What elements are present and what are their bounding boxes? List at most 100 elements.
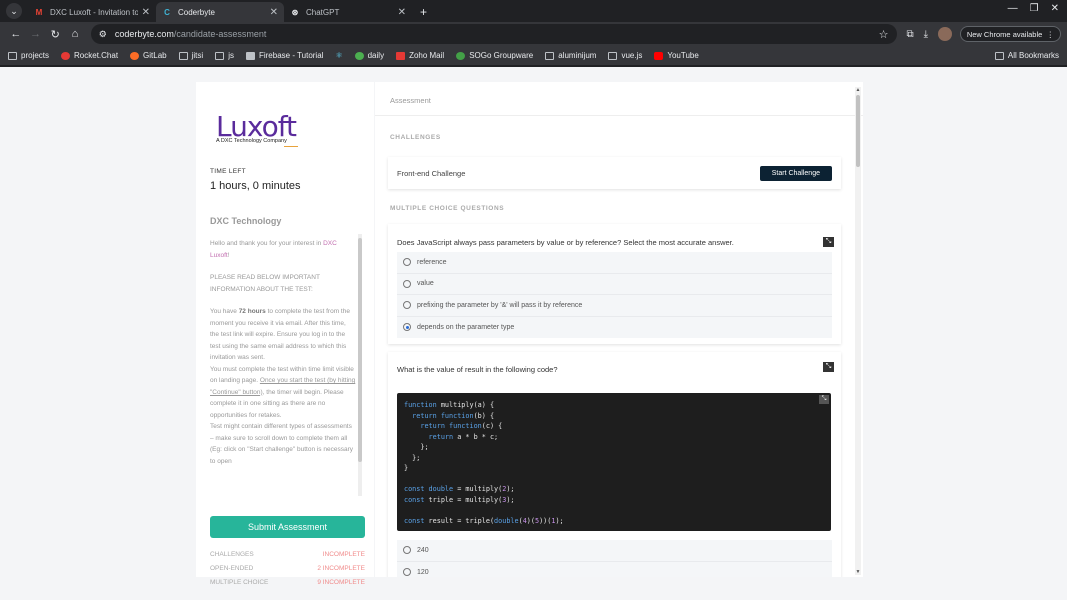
bookmark-daily[interactable]: daily: [354, 51, 385, 60]
forward-icon[interactable]: →: [26, 28, 46, 40]
option-depends[interactable]: depends on the parameter type: [397, 317, 832, 339]
browser-toolbar: ← → ↻ ⌂ ⚙ coderbyte.com /candidate-asses…: [0, 22, 1067, 46]
stat-label: MULTIPLE CHOICE: [210, 579, 269, 586]
close-icon[interactable]: ✕: [270, 7, 278, 18]
url-host: coderbyte.com: [114, 29, 174, 39]
bookmark-label: aluminijum: [558, 51, 597, 60]
intro-suffix: !: [227, 251, 230, 259]
radio-button[interactable]: [403, 301, 411, 310]
flag-icon[interactable]: ⤡: [823, 362, 834, 372]
option-240[interactable]: 240: [397, 540, 832, 562]
code-token: triple = multiply(: [424, 495, 503, 504]
option-reference[interactable]: reference: [397, 252, 832, 274]
back-icon[interactable]: ←: [6, 28, 26, 40]
sogo-icon: [456, 51, 466, 60]
new-chrome-available-button[interactable]: New Chrome available ⋮: [959, 26, 1061, 42]
close-icon[interactable]: ✕: [142, 7, 150, 18]
radio-button[interactable]: [403, 546, 411, 555]
bookmark-label: Rocket.Chat: [74, 51, 119, 60]
maximize-icon[interactable]: ❐: [1030, 3, 1039, 14]
page-scroll-thumb[interactable]: [856, 95, 860, 167]
option-value[interactable]: value: [397, 274, 832, 295]
radio-button[interactable]: [403, 568, 411, 577]
bookmark-js[interactable]: js: [215, 51, 234, 60]
assessment-card: Assessment CHALLENGES Front-end Challeng…: [375, 82, 863, 577]
folder-icon: [178, 51, 188, 60]
flag-icon[interactable]: ⤡: [823, 237, 834, 247]
start-challenge-button[interactable]: Start Challenge: [759, 165, 832, 181]
option-label: 120: [417, 568, 429, 576]
tab-chatgpt[interactable]: ⊛ ChatGPT ✕: [284, 2, 412, 22]
bookmark-firebase[interactable]: Firebase - Tutorial: [245, 51, 323, 60]
radio-button-selected[interactable]: [403, 323, 411, 332]
instructions-scroll-thumb[interactable]: [358, 238, 362, 462]
tab-search-icon[interactable]: ⌄: [6, 3, 22, 19]
code-token: double: [494, 516, 519, 525]
code-token: );: [506, 485, 515, 493]
home-icon[interactable]: ⌂: [65, 28, 85, 40]
bookmark-react[interactable]: ⚛: [335, 51, 342, 60]
reload-icon[interactable]: ↻: [45, 28, 65, 41]
new-tab-button[interactable]: +: [420, 5, 427, 19]
address-bar[interactable]: ⚙ coderbyte.com /candidate-assessment ☆: [90, 24, 897, 44]
code-token: const: [404, 516, 425, 525]
radio-button[interactable]: [403, 279, 411, 288]
submit-assessment-button[interactable]: Submit Assessment: [210, 516, 365, 538]
extensions-icon[interactable]: ⧉: [907, 29, 914, 40]
notice-text: PLEASE READ BELOW IMPORTANT INFORMATION …: [210, 274, 320, 293]
folder-icon: [545, 51, 555, 60]
gmail-icon: M: [35, 7, 43, 17]
bookmark-vuejs[interactable]: vue.js: [608, 51, 642, 60]
code-token: (c) {: [481, 422, 503, 430]
close-window-icon[interactable]: ✕: [1051, 3, 1059, 14]
profile-avatar[interactable]: [938, 27, 952, 41]
bookmark-label: All Bookmarks: [1007, 51, 1059, 60]
radio-button[interactable]: [403, 258, 411, 267]
stat-label: OPEN-ENDED: [210, 565, 254, 572]
expand-code-icon[interactable]: ⤡: [819, 395, 829, 404]
bookmarks-bar: projects Rocket.Chat GitLab jitsi js Fir…: [0, 46, 1067, 66]
bookmark-sogo[interactable]: SOGo Groupware: [456, 51, 533, 60]
option-prefixing[interactable]: prefixing the parameter by '&' will pass…: [397, 295, 832, 317]
sidebar-card: Luxoft A DXC Technology Company TIME LEF…: [196, 82, 374, 586]
p3-text: Test might contain different types of as…: [210, 423, 353, 465]
bookmark-label: Zoho Mail: [409, 51, 445, 60]
code-token: (b) {: [473, 411, 495, 420]
close-icon[interactable]: ✕: [398, 7, 406, 18]
bookmark-gitlab[interactable]: GitLab: [130, 51, 167, 60]
react-icon: ⚛: [335, 51, 343, 60]
minimize-icon[interactable]: —: [1008, 3, 1018, 14]
bookmark-jitsi[interactable]: jitsi: [178, 51, 203, 60]
site-info-icon[interactable]: ⚙: [99, 29, 107, 40]
bookmark-label: YouTube: [667, 51, 699, 60]
zoho-icon: [396, 51, 406, 60]
instructions-text: Hello and thank you for your interest in…: [210, 238, 356, 494]
all-bookmarks[interactable]: All Bookmarks: [994, 51, 1059, 60]
bookmark-label: daily: [367, 51, 385, 60]
firebase-icon: [245, 51, 255, 60]
bookmark-star-icon[interactable]: ☆: [879, 28, 889, 41]
bookmark-zoho[interactable]: Zoho Mail: [396, 51, 444, 60]
code-token: return: [404, 411, 441, 420]
code-token: function: [404, 401, 437, 409]
code-token: function: [449, 422, 482, 430]
browser-tabstrip: ⌄ M DXC Luxoft - Invitation to C ✕ C Cod…: [0, 0, 1067, 22]
bookmark-youtube[interactable]: YouTube: [654, 51, 699, 60]
stat-value: 9 INCOMPLETE: [317, 579, 365, 586]
url-path: /candidate-assessment: [173, 29, 267, 39]
question-options: reference value prefixing the parameter …: [397, 252, 832, 338]
tab-coderbyte[interactable]: C Coderbyte ✕: [156, 2, 284, 22]
bookmark-rocketchat[interactable]: Rocket.Chat: [61, 51, 118, 60]
code-token: a * b * c;: [453, 432, 499, 441]
scroll-down-icon[interactable]: ▼: [855, 569, 861, 575]
scroll-up-icon[interactable]: ▲: [855, 87, 861, 93]
stat-value: 2 INCOMPLETE: [317, 565, 365, 572]
code-block: function multiply(a) { return function(b…: [397, 393, 831, 531]
stat-challenges: CHALLENGES INCOMPLETE: [210, 551, 365, 558]
bookmark-aluminijum[interactable]: aluminijum: [545, 51, 596, 60]
tab-gmail[interactable]: M DXC Luxoft - Invitation to C ✕: [28, 2, 156, 22]
downloads-icon[interactable]: ⤓: [924, 29, 928, 40]
option-120[interactable]: 120: [397, 562, 832, 578]
bookmark-projects[interactable]: projects: [8, 51, 49, 60]
option-label: reference: [417, 258, 447, 266]
